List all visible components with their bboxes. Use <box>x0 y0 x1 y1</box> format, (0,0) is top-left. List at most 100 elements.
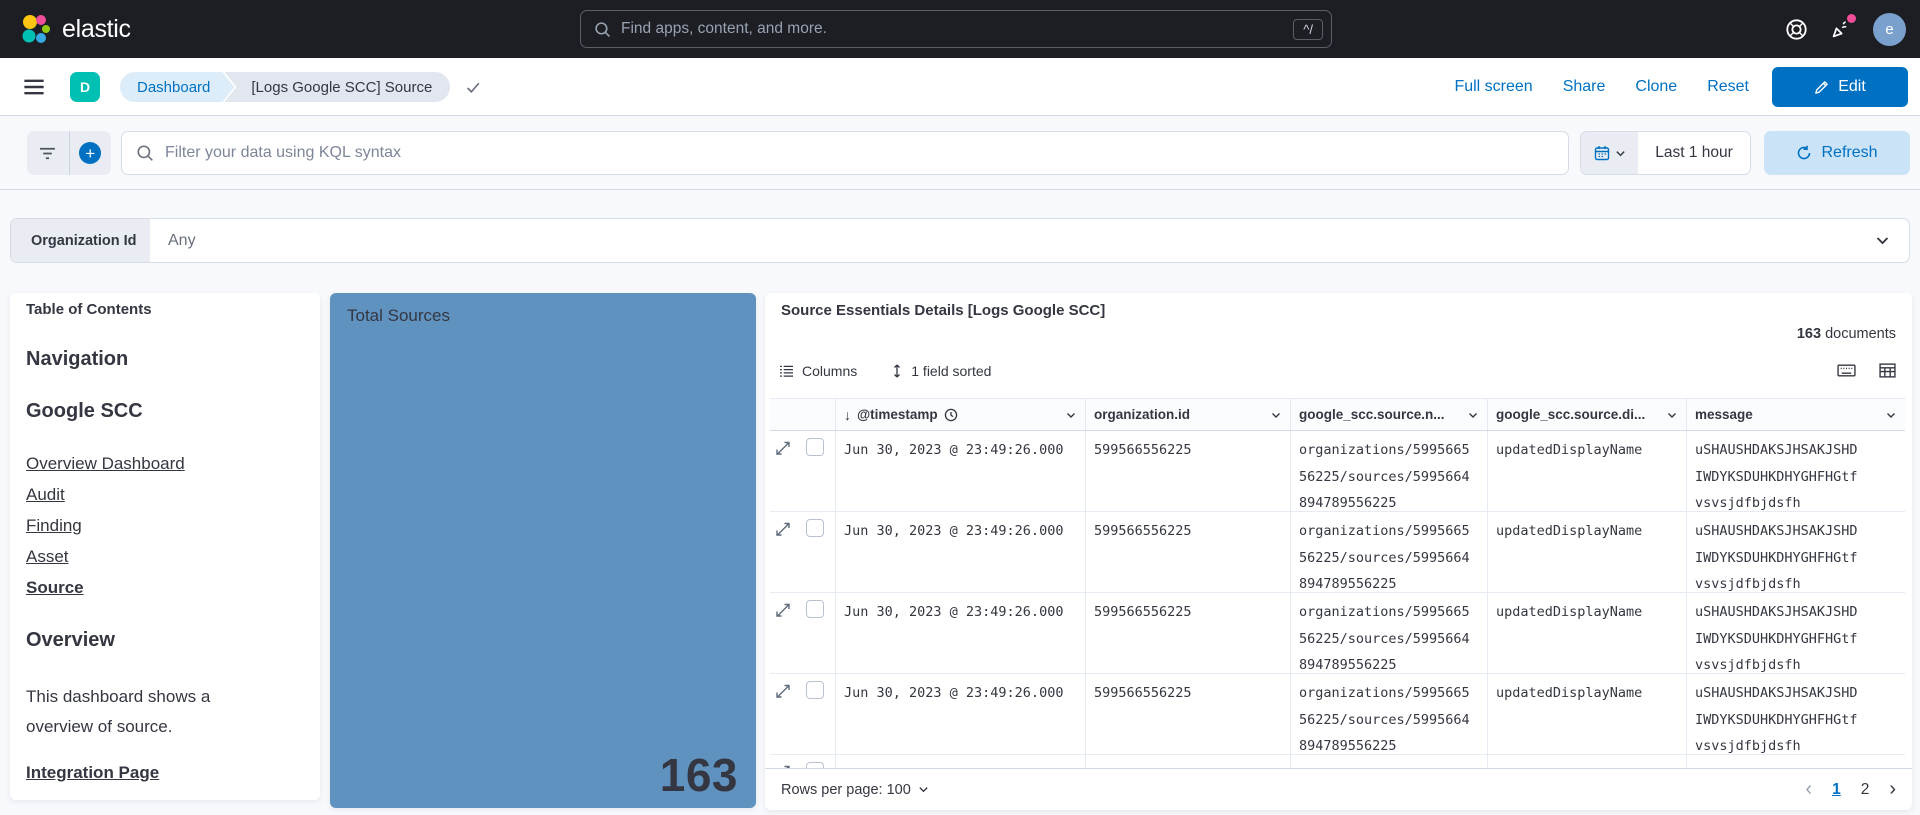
column-label: google_scc.source.n... <box>1299 407 1445 422</box>
search-shortcut-hint: ^/ <box>1293 19 1323 40</box>
brand-name: elastic <box>62 15 131 44</box>
chevron-down-icon <box>918 784 929 795</box>
saved-check-icon[interactable] <box>465 79 482 96</box>
cell-message: uSHAUSHDAKSJHSAKJSHDIWDYKSDUHKDHYGHFHGtf… <box>1686 593 1905 673</box>
grid-toolbar: Columns 1 field sorted <box>779 363 991 379</box>
cell-message: uSHAUSHDAKSJHSAKJSHDIWDYKSDUHKDHYGHFHGtf… <box>1686 512 1905 592</box>
previous-page-icon[interactable]: ‹ <box>1805 778 1812 801</box>
global-search[interactable]: ^/ <box>580 10 1332 48</box>
cell-source-display-name: updatedDisplayName <box>1487 431 1686 511</box>
row-checkbox[interactable] <box>806 600 824 618</box>
page-number[interactable]: 1 <box>1832 781 1841 799</box>
time-range-picker[interactable]: Last 1 hour <box>1580 131 1751 175</box>
menu-icon[interactable] <box>23 76 45 98</box>
expand-row-icon[interactable] <box>776 603 790 673</box>
refresh-button[interactable]: Refresh <box>1764 131 1910 175</box>
grid-column-header[interactable]: google_scc.source.n... <box>1290 399 1487 430</box>
header-action-link[interactable]: Share <box>1563 78 1606 96</box>
row-checkbox[interactable] <box>806 438 824 456</box>
organization-id-control[interactable]: Organization Id Any <box>10 218 1910 263</box>
chevron-down-icon[interactable] <box>1666 409 1678 421</box>
grid-column-header[interactable]: google_scc.source.di... <box>1487 399 1686 430</box>
add-filter-button[interactable]: + <box>69 131 112 175</box>
help-icon[interactable] <box>1785 18 1808 41</box>
expand-row-icon[interactable] <box>776 684 790 754</box>
row-checkbox[interactable] <box>806 519 824 537</box>
chevron-down-icon[interactable] <box>1875 233 1890 248</box>
edit-button-label: Edit <box>1838 78 1866 96</box>
cell-message: uSHAUSHDAKSJHSAKJSHDIWDYKSDUHKDHYGHFHGtf… <box>1686 755 1905 768</box>
news-feed-icon[interactable] <box>1829 18 1852 41</box>
header-action-link[interactable]: Full screen <box>1454 78 1532 96</box>
table-of-contents-panel: Table of Contents Navigation Google SCC … <box>10 293 320 800</box>
toc-heading-overview: Overview <box>26 629 304 652</box>
filter-icon[interactable] <box>27 131 69 175</box>
cell-organization-id: 599566556225 <box>1085 755 1290 768</box>
integration-page-link[interactable]: Integration Page <box>26 763 159 783</box>
elastic-logo[interactable] <box>20 13 52 45</box>
grid-column-header[interactable]: organization.id <box>1085 399 1290 430</box>
global-search-input[interactable] <box>621 20 1283 38</box>
chevron-down-icon[interactable] <box>1885 409 1897 421</box>
toc-heading-google-scc: Google SCC <box>26 400 304 423</box>
document-count-label: documents <box>1825 326 1896 342</box>
toc-link[interactable]: Audit <box>26 479 304 510</box>
metric-title: Total Sources <box>330 293 756 326</box>
toc-link[interactable]: Source <box>26 572 304 603</box>
header-action-link[interactable]: Reset <box>1707 78 1749 96</box>
cell-message: uSHAUSHDAKSJHSAKJSHDIWDYKSDUHKDHYGHFHGtf… <box>1686 674 1905 754</box>
toc-link[interactable]: Asset <box>26 541 304 572</box>
chevron-down-icon[interactable] <box>1270 409 1282 421</box>
breadcrumb-current[interactable]: [Logs Google SCC] Source <box>224 72 450 102</box>
space-badge[interactable]: D <box>70 72 100 102</box>
kql-query-bar[interactable] <box>121 131 1569 175</box>
sorted-fields-button[interactable]: 1 field sorted <box>891 363 991 379</box>
notification-dot <box>1847 14 1856 23</box>
cell-source-name: organizations/599566556225/sources/59956… <box>1290 674 1487 754</box>
keyboard-icon[interactable] <box>1837 363 1856 378</box>
grid-column-header[interactable]: ↓ @timestamp <box>835 399 1085 430</box>
chevron-down-icon[interactable] <box>1467 409 1479 421</box>
rows-per-page-label: Rows per page: 100 <box>781 782 911 798</box>
expand-row-icon[interactable] <box>776 522 790 592</box>
app-header-bar: D Dashboard [Logs Google SCC] Source Ful… <box>0 58 1920 116</box>
time-range-value[interactable]: Last 1 hour <box>1638 132 1750 174</box>
cell-timestamp: Jun 30, 2023 @ 23:49:26.000 <box>835 755 1085 768</box>
column-label: organization.id <box>1094 407 1190 422</box>
page-number[interactable]: 2 <box>1861 781 1870 799</box>
breadcrumb: Dashboard [Logs Google SCC] Source <box>120 72 482 102</box>
next-page-icon[interactable]: › <box>1889 778 1896 801</box>
cell-source-display-name: updatedDisplayName <box>1487 512 1686 592</box>
search-icon <box>136 144 154 162</box>
toc-link[interactable]: Finding <box>26 510 304 541</box>
user-avatar[interactable]: e <box>1873 13 1906 46</box>
column-label: google_scc.source.di... <box>1496 407 1645 422</box>
pagination: ‹ 1 2 › <box>1805 778 1896 801</box>
rows-per-page-button[interactable]: Rows per page: 100 <box>781 782 929 798</box>
breadcrumb-dashboard[interactable]: Dashboard <box>120 72 234 102</box>
row-checkbox[interactable] <box>806 681 824 699</box>
cell-message: uSHAUSHDAKSJHSAKJSHDIWDYKSDUHKDHYGHFHGtf… <box>1686 431 1905 511</box>
table-row: Jun 30, 2023 @ 23:49:26.000 599566556225… <box>770 755 1905 768</box>
table-row: Jun 30, 2023 @ 23:49:26.000 599566556225… <box>770 512 1905 593</box>
cell-source-name: organizations/599566556225/sources/59956… <box>1290 593 1487 673</box>
sort-arrows-icon <box>891 364 903 378</box>
header-action-link[interactable]: Clone <box>1635 78 1677 96</box>
control-value[interactable]: Any <box>150 232 1875 250</box>
grid-view-icon[interactable] <box>1879 363 1896 378</box>
columns-button[interactable]: Columns <box>779 363 857 379</box>
toc-link[interactable]: Overview Dashboard <box>26 448 304 479</box>
chevron-down-icon[interactable] <box>1065 409 1077 421</box>
pencil-icon <box>1814 80 1829 95</box>
grid-column-header[interactable]: message <box>1686 399 1905 430</box>
kql-query-input[interactable] <box>165 144 1554 162</box>
source-details-table-panel: Source Essentials Details [Logs Google S… <box>765 293 1912 810</box>
calendar-icon[interactable] <box>1581 132 1638 174</box>
cell-source-display-name: updatedDisplayName <box>1487 755 1686 768</box>
edit-button[interactable]: Edit <box>1772 67 1908 107</box>
expand-row-icon[interactable] <box>776 441 790 511</box>
document-count: 163 documents <box>1797 326 1896 342</box>
cell-organization-id: 599566556225 <box>1085 593 1290 673</box>
metric-value: 163 <box>660 748 738 802</box>
chevron-down-icon <box>1615 148 1626 159</box>
